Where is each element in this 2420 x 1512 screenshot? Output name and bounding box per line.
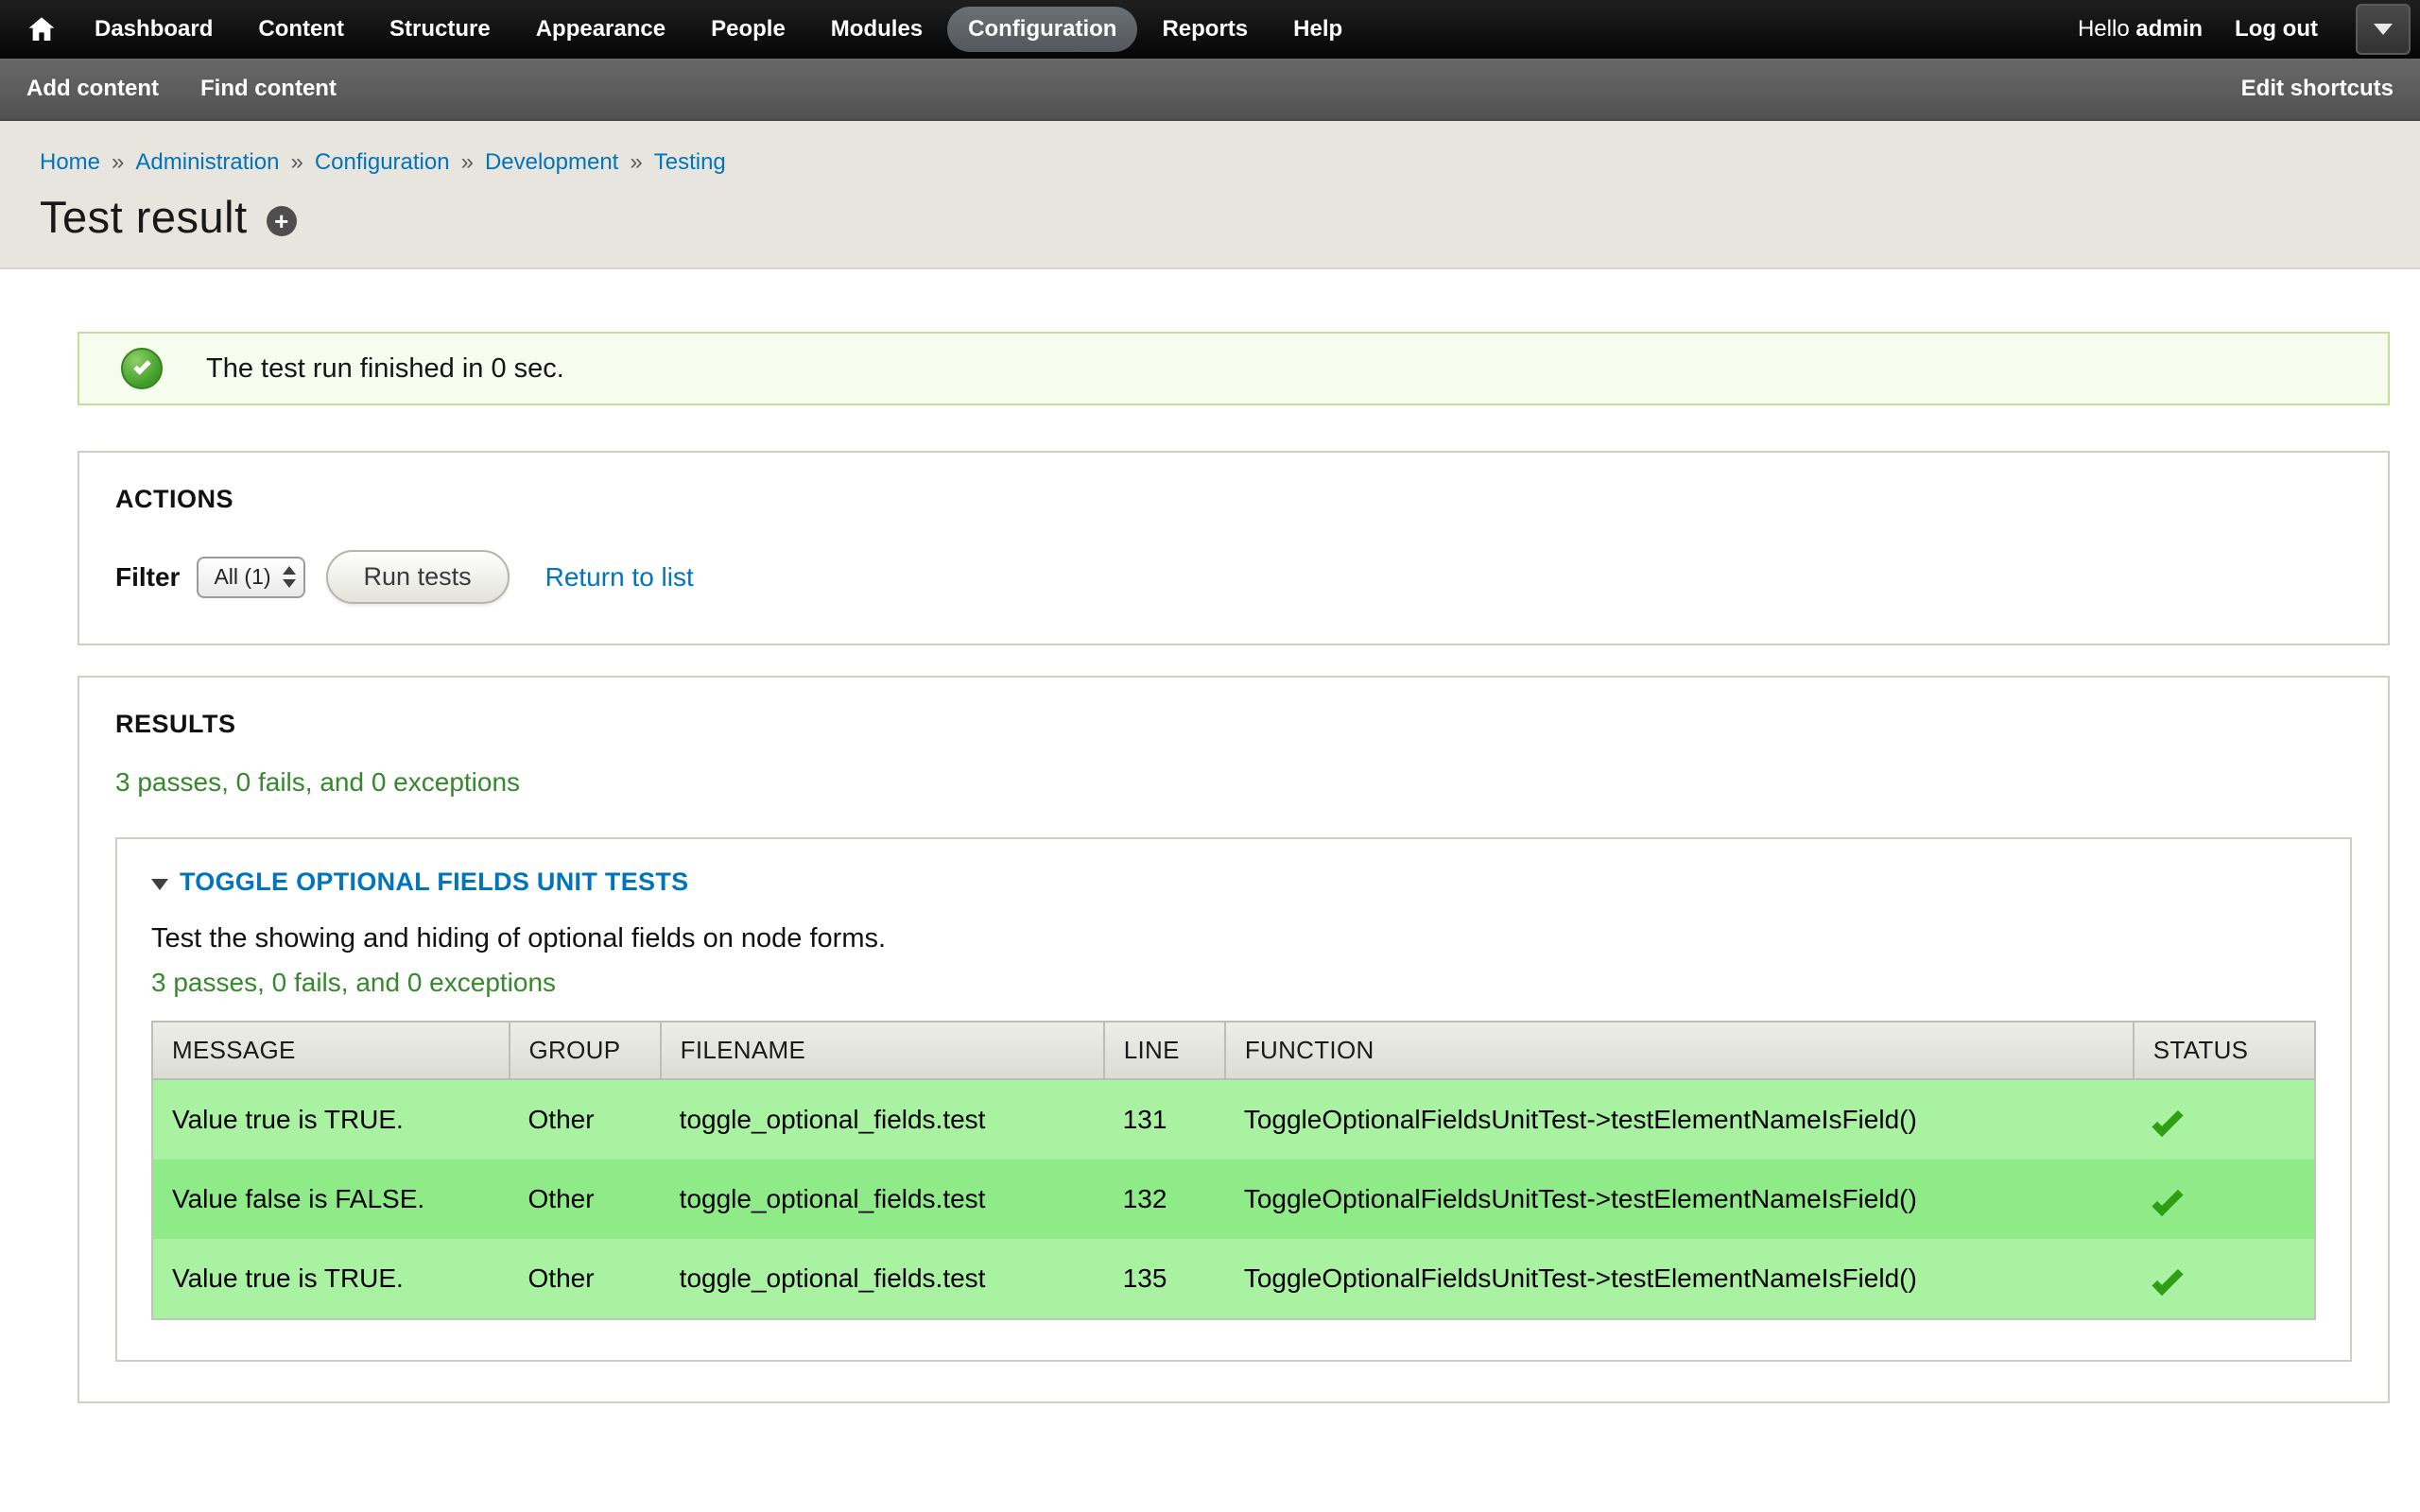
- cell-line: 132: [1104, 1160, 1225, 1239]
- breadcrumb-separator: »: [112, 149, 124, 175]
- cell-message: Value true is TRUE.: [152, 1239, 510, 1319]
- edit-shortcuts-link[interactable]: Edit shortcuts: [2241, 76, 2394, 102]
- test-group-toggle[interactable]: TOGGLE OPTIONAL FIELDS UNIT TESTS: [151, 868, 2316, 897]
- breadcrumb-link-configuration[interactable]: Configuration: [315, 149, 450, 175]
- cell-status: [2134, 1239, 2315, 1319]
- cell-function: ToggleOptionalFieldsUnitTest->testElemen…: [1225, 1079, 2134, 1160]
- admin-toolbar: DashboardContentStructureAppearancePeopl…: [0, 0, 2420, 59]
- username-link[interactable]: admin: [2135, 16, 2203, 42]
- cell-status: [2134, 1079, 2315, 1160]
- toolbar-item-appearance[interactable]: Appearance: [515, 7, 686, 52]
- title-row: Test result +: [40, 191, 2382, 243]
- test-group-description: Test the showing and hiding of optional …: [151, 923, 2316, 954]
- add-shortcut-icon[interactable]: +: [267, 206, 297, 236]
- column-header-function: FUNCTION: [1225, 1022, 2134, 1079]
- shortcuts-bar: Add content Find content Edit shortcuts: [0, 59, 2420, 121]
- toolbar-item-reports[interactable]: Reports: [1141, 7, 1269, 52]
- shortcut-nav: Add content Find content: [26, 76, 337, 102]
- status-text: The test run finished in 0 sec.: [206, 353, 564, 385]
- cell-function: ToggleOptionalFieldsUnitTest->testElemen…: [1225, 1239, 2134, 1319]
- return-to-list-link[interactable]: Return to list: [545, 562, 694, 593]
- cell-function: ToggleOptionalFieldsUnitTest->testElemen…: [1225, 1160, 2134, 1239]
- breadcrumb-link-development[interactable]: Development: [485, 149, 618, 175]
- breadcrumb-link-testing[interactable]: Testing: [654, 149, 726, 175]
- results-heading: RESULTS: [115, 710, 2352, 739]
- arrow-up-icon: [283, 566, 296, 575]
- cell-filename: toggle_optional_fields.test: [661, 1160, 1104, 1239]
- shortcut-item-add-content[interactable]: Add content: [26, 76, 159, 102]
- results-panel: RESULTS 3 passes, 0 fails, and 0 excepti…: [78, 676, 2390, 1403]
- cell-line: 135: [1104, 1239, 1225, 1319]
- filter-label: Filter: [115, 562, 180, 593]
- chevron-down-icon: [2374, 24, 2393, 35]
- column-header-message: MESSAGE: [152, 1022, 510, 1079]
- status-message: The test run finished in 0 sec.: [78, 332, 2390, 405]
- home-button[interactable]: [11, 0, 72, 59]
- breadcrumb-separator: »: [461, 149, 474, 175]
- test-group-title: TOGGLE OPTIONAL FIELDS UNIT TESTS: [180, 868, 688, 897]
- toolbar-toggle-button[interactable]: [2356, 4, 2411, 55]
- toolbar-nav: DashboardContentStructureAppearancePeopl…: [72, 7, 1365, 52]
- home-icon: [26, 14, 57, 44]
- filter-select-value: All (1): [214, 564, 270, 590]
- toolbar-item-dashboard[interactable]: Dashboard: [74, 7, 233, 52]
- actions-heading: ACTIONS: [115, 485, 2352, 514]
- cell-group: Other: [510, 1079, 661, 1160]
- column-header-line: LINE: [1104, 1022, 1225, 1079]
- status-ok-icon: [121, 348, 163, 389]
- actions-row: Filter All (1) Run tests Return to list: [115, 550, 2352, 604]
- test-group-summary: 3 passes, 0 fails, and 0 exceptions: [151, 968, 2316, 998]
- run-tests-button[interactable]: Run tests: [326, 550, 510, 604]
- column-header-group: GROUP: [510, 1022, 661, 1079]
- breadcrumb-link-home[interactable]: Home: [40, 149, 100, 175]
- select-stepper-icon: [283, 566, 296, 588]
- table-body: Value true is TRUE.Othertoggle_optional_…: [152, 1079, 2315, 1319]
- cell-filename: toggle_optional_fields.test: [661, 1239, 1104, 1319]
- cell-group: Other: [510, 1160, 661, 1239]
- toolbar-item-structure[interactable]: Structure: [369, 7, 511, 52]
- cell-line: 131: [1104, 1079, 1225, 1160]
- check-glyph: [133, 357, 150, 374]
- pass-check-icon: [2152, 1106, 2183, 1137]
- filter-select[interactable]: All (1): [197, 557, 304, 598]
- cell-group: Other: [510, 1239, 661, 1319]
- test-group-fieldset: TOGGLE OPTIONAL FIELDS UNIT TESTS Test t…: [115, 837, 2352, 1362]
- shortcut-item-find-content[interactable]: Find content: [200, 76, 337, 102]
- toolbar-item-people[interactable]: People: [690, 7, 806, 52]
- cell-message: Value false is FALSE.: [152, 1160, 510, 1239]
- table-row: Value true is TRUE.Othertoggle_optional_…: [152, 1079, 2315, 1160]
- toolbar-item-content[interactable]: Content: [237, 7, 365, 52]
- pass-check-icon: [2152, 1264, 2183, 1296]
- pass-check-icon: [2152, 1185, 2183, 1216]
- cell-filename: toggle_optional_fields.test: [661, 1079, 1104, 1160]
- column-header-status: STATUS: [2134, 1022, 2315, 1079]
- results-summary: 3 passes, 0 fails, and 0 exceptions: [115, 767, 2352, 798]
- breadcrumb: Home » Administration » Configuration » Develo…: [40, 149, 2382, 176]
- arrow-down-icon: [283, 579, 296, 588]
- breadcrumb-separator: »: [290, 149, 302, 175]
- logout-link[interactable]: Log out: [2235, 16, 2318, 43]
- cell-status: [2134, 1160, 2315, 1239]
- page-title: Test result: [40, 191, 248, 243]
- results-table: MESSAGEGROUPFILENAMELINEFUNCTIONSTATUS V…: [151, 1021, 2316, 1320]
- breadcrumb-link-administration[interactable]: Administration: [135, 149, 279, 175]
- breadcrumb-separator: »: [630, 149, 642, 175]
- column-header-filename: FILENAME: [661, 1022, 1104, 1079]
- toolbar-right: Hello admin Log out: [2078, 4, 2411, 55]
- toolbar-item-configuration[interactable]: Configuration: [947, 7, 1137, 52]
- greeting-prefix: Hello: [2078, 16, 2130, 42]
- page-header: Home » Administration » Configuration » Develo…: [0, 121, 2420, 269]
- main-content: The test run finished in 0 sec. ACTIONS …: [0, 332, 2420, 1403]
- toolbar-item-help[interactable]: Help: [1272, 7, 1363, 52]
- table-row: Value false is FALSE.Othertoggle_optiona…: [152, 1160, 2315, 1239]
- user-greeting: Hello admin: [2078, 16, 2203, 43]
- cell-message: Value true is TRUE.: [152, 1079, 510, 1160]
- table-header-row: MESSAGEGROUPFILENAMELINEFUNCTIONSTATUS: [152, 1022, 2315, 1079]
- actions-panel: ACTIONS Filter All (1) Run tests Return …: [78, 451, 2390, 645]
- toolbar-item-modules[interactable]: Modules: [810, 7, 943, 52]
- collapse-arrow-icon: [151, 879, 168, 890]
- table-row: Value true is TRUE.Othertoggle_optional_…: [152, 1239, 2315, 1319]
- screen: DashboardContentStructureAppearancePeopl…: [0, 0, 2420, 1403]
